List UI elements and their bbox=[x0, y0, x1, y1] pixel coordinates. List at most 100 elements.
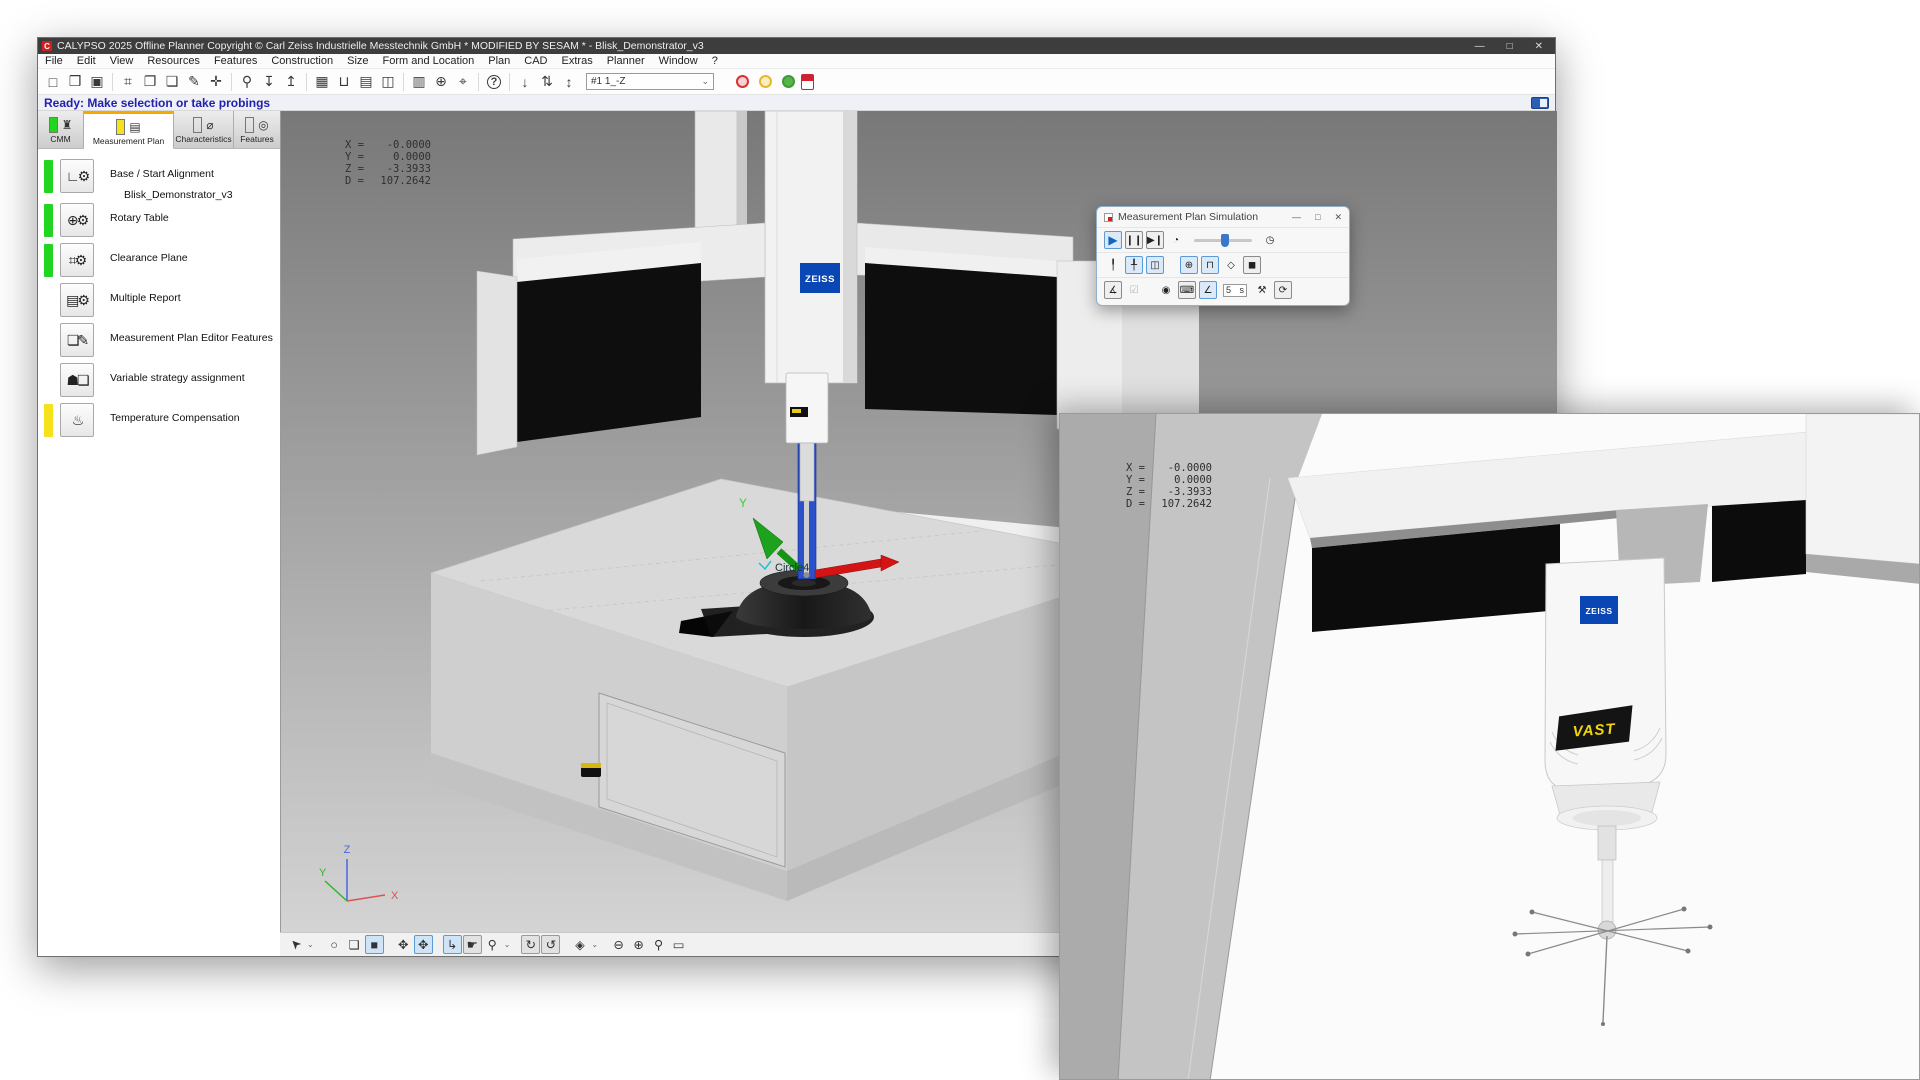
sidebar-item-label[interactable]: Rotary Table bbox=[110, 212, 169, 224]
zoom-in-icon[interactable]: ⊕ bbox=[629, 935, 648, 954]
sidebar-item-variable-strategy[interactable]: ☗❏ Variable strategy assignment bbox=[38, 361, 280, 401]
menu-size[interactable]: Size bbox=[340, 55, 375, 67]
probe-qualify-icon[interactable]: ↧ bbox=[258, 71, 280, 93]
probe-xyz-icon[interactable]: ⚲ bbox=[483, 935, 502, 954]
zoom-out-icon[interactable]: ⊖ bbox=[609, 935, 628, 954]
temperature-compensation-icon[interactable]: ♨ bbox=[60, 403, 94, 437]
sidebar-item-multiple-report[interactable]: ▤⚙ Multiple Report bbox=[38, 281, 280, 321]
sidebar-item-label[interactable]: Temperature Compensation bbox=[110, 412, 240, 424]
open-folder-icon[interactable]: ❒ bbox=[64, 71, 86, 93]
pause-button[interactable]: ❙❙ bbox=[1125, 231, 1143, 249]
zoom-tool-icon[interactable]: ⚲ bbox=[236, 71, 258, 93]
rotate-ccw-icon[interactable]: ↺ bbox=[541, 935, 560, 954]
rotate-cw-icon[interactable]: ↻ bbox=[521, 935, 540, 954]
probe-changer-icon[interactable] bbox=[801, 74, 814, 90]
pan-hand-icon[interactable]: ☛ bbox=[463, 935, 482, 954]
path-angle-icon[interactable]: ∠ bbox=[1199, 281, 1217, 299]
tab-features[interactable]: ◎ Features bbox=[234, 111, 280, 148]
probe-point-icon[interactable]: ○ bbox=[325, 935, 344, 954]
group-icon[interactable]: ❏ bbox=[161, 71, 183, 93]
tab-cmm[interactable]: ♜ CMM bbox=[38, 111, 84, 148]
probe-angle-icon[interactable]: ↕ bbox=[558, 71, 580, 93]
simulation-dialog[interactable]: Measurement Plan Simulation — □ ✕ ▶ ❙❙ ▶… bbox=[1096, 206, 1350, 306]
sidebar-item-label[interactable]: Clearance Plane bbox=[110, 252, 188, 264]
multiple-report-icon[interactable]: ▤⚙ bbox=[60, 283, 94, 317]
minimize-button[interactable]: — bbox=[1475, 41, 1485, 52]
menu-edit[interactable]: Edit bbox=[70, 55, 103, 67]
menu-view[interactable]: View bbox=[103, 55, 141, 67]
menu-construction[interactable]: Construction bbox=[264, 55, 340, 67]
speed-slider[interactable] bbox=[1194, 233, 1252, 247]
watch-probe-icon[interactable]: ◉ bbox=[1157, 281, 1175, 299]
variable-strategy-icon[interactable]: ☗❏ bbox=[60, 363, 94, 397]
chevron-down-icon[interactable]: ⌄ bbox=[307, 940, 314, 949]
close-button[interactable]: ✕ bbox=[1535, 41, 1543, 52]
solid-view-icon[interactable]: ◼ bbox=[1243, 256, 1261, 274]
chevron-down-icon[interactable]: ⌄ bbox=[591, 940, 598, 949]
view-cube-icon[interactable]: ◈ bbox=[570, 935, 589, 954]
probe-temp-updown-icon[interactable]: ⇅ bbox=[536, 71, 558, 93]
slider-thumb[interactable] bbox=[1221, 234, 1229, 247]
menu-cad[interactable]: CAD bbox=[517, 55, 554, 67]
wireframe-view-icon[interactable]: ◇ bbox=[1222, 256, 1240, 274]
sidebar-item-label[interactable]: Variable strategy assignment bbox=[110, 372, 245, 384]
probe-selector[interactable]: #1 1_-Z ⌄ bbox=[586, 73, 714, 90]
report-columns-icon[interactable]: ▤ bbox=[355, 71, 377, 93]
select-pointer-icon[interactable]: ➤ bbox=[286, 935, 305, 954]
control-panel-icon[interactable]: ⌨ bbox=[1178, 281, 1196, 299]
confirm-check-icon[interactable]: ☑ bbox=[1125, 281, 1143, 299]
print-icon[interactable]: ▦ bbox=[311, 71, 333, 93]
menu-plan[interactable]: Plan bbox=[481, 55, 517, 67]
layout-toggle-icon[interactable] bbox=[1531, 97, 1549, 109]
dialog-minimize-button[interactable]: — bbox=[1292, 212, 1301, 222]
menu-file[interactable]: File bbox=[38, 55, 70, 67]
simulation-dialog-titlebar[interactable]: Measurement Plan Simulation — □ ✕ bbox=[1097, 207, 1349, 227]
dialog-close-button[interactable]: ✕ bbox=[1334, 212, 1342, 223]
clearance-plane-icon[interactable]: ⌗⚙ bbox=[60, 243, 94, 277]
tab-measurement-plan[interactable]: ▤ Measurement Plan bbox=[84, 111, 174, 149]
maximize-button[interactable]: □ bbox=[1507, 41, 1513, 52]
zoom-fit-icon[interactable]: ▭ bbox=[669, 935, 688, 954]
menu-features[interactable]: Features bbox=[207, 55, 264, 67]
menu-planner[interactable]: Planner bbox=[600, 55, 652, 67]
selection-marquee-icon[interactable]: ⌗ bbox=[117, 71, 139, 93]
solid-view-icon[interactable]: ■ bbox=[365, 935, 384, 954]
rotary-table-icon[interactable]: ⊕ bbox=[1180, 256, 1198, 274]
zoom-window-icon[interactable]: ⚲ bbox=[649, 935, 668, 954]
new-document-icon[interactable]: □ bbox=[42, 71, 64, 93]
stylus-system-icon[interactable]: ╀ bbox=[1125, 256, 1143, 274]
collision-check-icon[interactable]: ∡ bbox=[1104, 281, 1122, 299]
menu-form-and-location[interactable]: Form and Location bbox=[376, 55, 482, 67]
detail-view-window[interactable]: ZEISS VAST X =-0.0000 Y =0.0000 Z =-3.39… bbox=[1059, 413, 1920, 1080]
settings-wrench-icon[interactable]: ⚒ bbox=[1253, 281, 1271, 299]
probe-manage-icon[interactable]: ↥ bbox=[280, 71, 302, 93]
help-icon[interactable]: ? bbox=[487, 75, 501, 89]
play-button[interactable]: ▶ bbox=[1104, 231, 1122, 249]
rotation-mode-icon[interactable]: ⟳ bbox=[1274, 281, 1292, 299]
delete-icon[interactable]: ⊔ bbox=[333, 71, 355, 93]
sidebar-item-label[interactable]: Multiple Report bbox=[110, 292, 181, 304]
sidebar-item-label[interactable]: Measurement Plan Editor Features bbox=[110, 332, 273, 344]
cad-search-icon[interactable]: ⌖ bbox=[452, 71, 474, 93]
tile-windows-icon[interactable]: ◫ bbox=[377, 71, 399, 93]
chevron-down-icon[interactable]: ⌄ bbox=[504, 940, 511, 949]
menu-resources[interactable]: Resources bbox=[140, 55, 207, 67]
clipboard-icon[interactable]: ▥ bbox=[408, 71, 430, 93]
tab-characteristics[interactable]: ⌀ Characteristics bbox=[174, 111, 234, 148]
format-brush-icon[interactable]: ✎ bbox=[183, 71, 205, 93]
dialog-maximize-button[interactable]: □ bbox=[1315, 212, 1320, 222]
cad-origin-icon[interactable]: ⊕ bbox=[430, 71, 452, 93]
sidebar-item-plan-editor-features[interactable]: ❏✎ Measurement Plan Editor Features bbox=[38, 321, 280, 361]
probe-temp-down-icon[interactable]: ↓ bbox=[514, 71, 536, 93]
feature-select-icon[interactable]: ❏ bbox=[345, 935, 364, 954]
machine-column-icon[interactable]: ◫ bbox=[1146, 256, 1164, 274]
sidebar-item-base-alignment[interactable]: ∟⚙ Base / Start Alignment Blisk_Demonstr… bbox=[38, 157, 280, 201]
sidebar-item-rotary-table[interactable]: ⊕⚙ Rotary Table bbox=[38, 201, 280, 241]
workpiece-icon[interactable]: ⊓ bbox=[1201, 256, 1219, 274]
step-forward-button[interactable]: ▶❙ bbox=[1146, 231, 1164, 249]
probe-3d-scene[interactable]: ZEISS VAST bbox=[1060, 414, 1920, 1080]
menu-extras[interactable]: Extras bbox=[555, 55, 600, 67]
delay-field[interactable]: 5 s bbox=[1223, 284, 1247, 297]
base-alignment-icon[interactable]: ∟⚙ bbox=[60, 159, 94, 193]
sidebar-item-clearance-plane[interactable]: ⌗⚙ Clearance Plane bbox=[38, 241, 280, 281]
